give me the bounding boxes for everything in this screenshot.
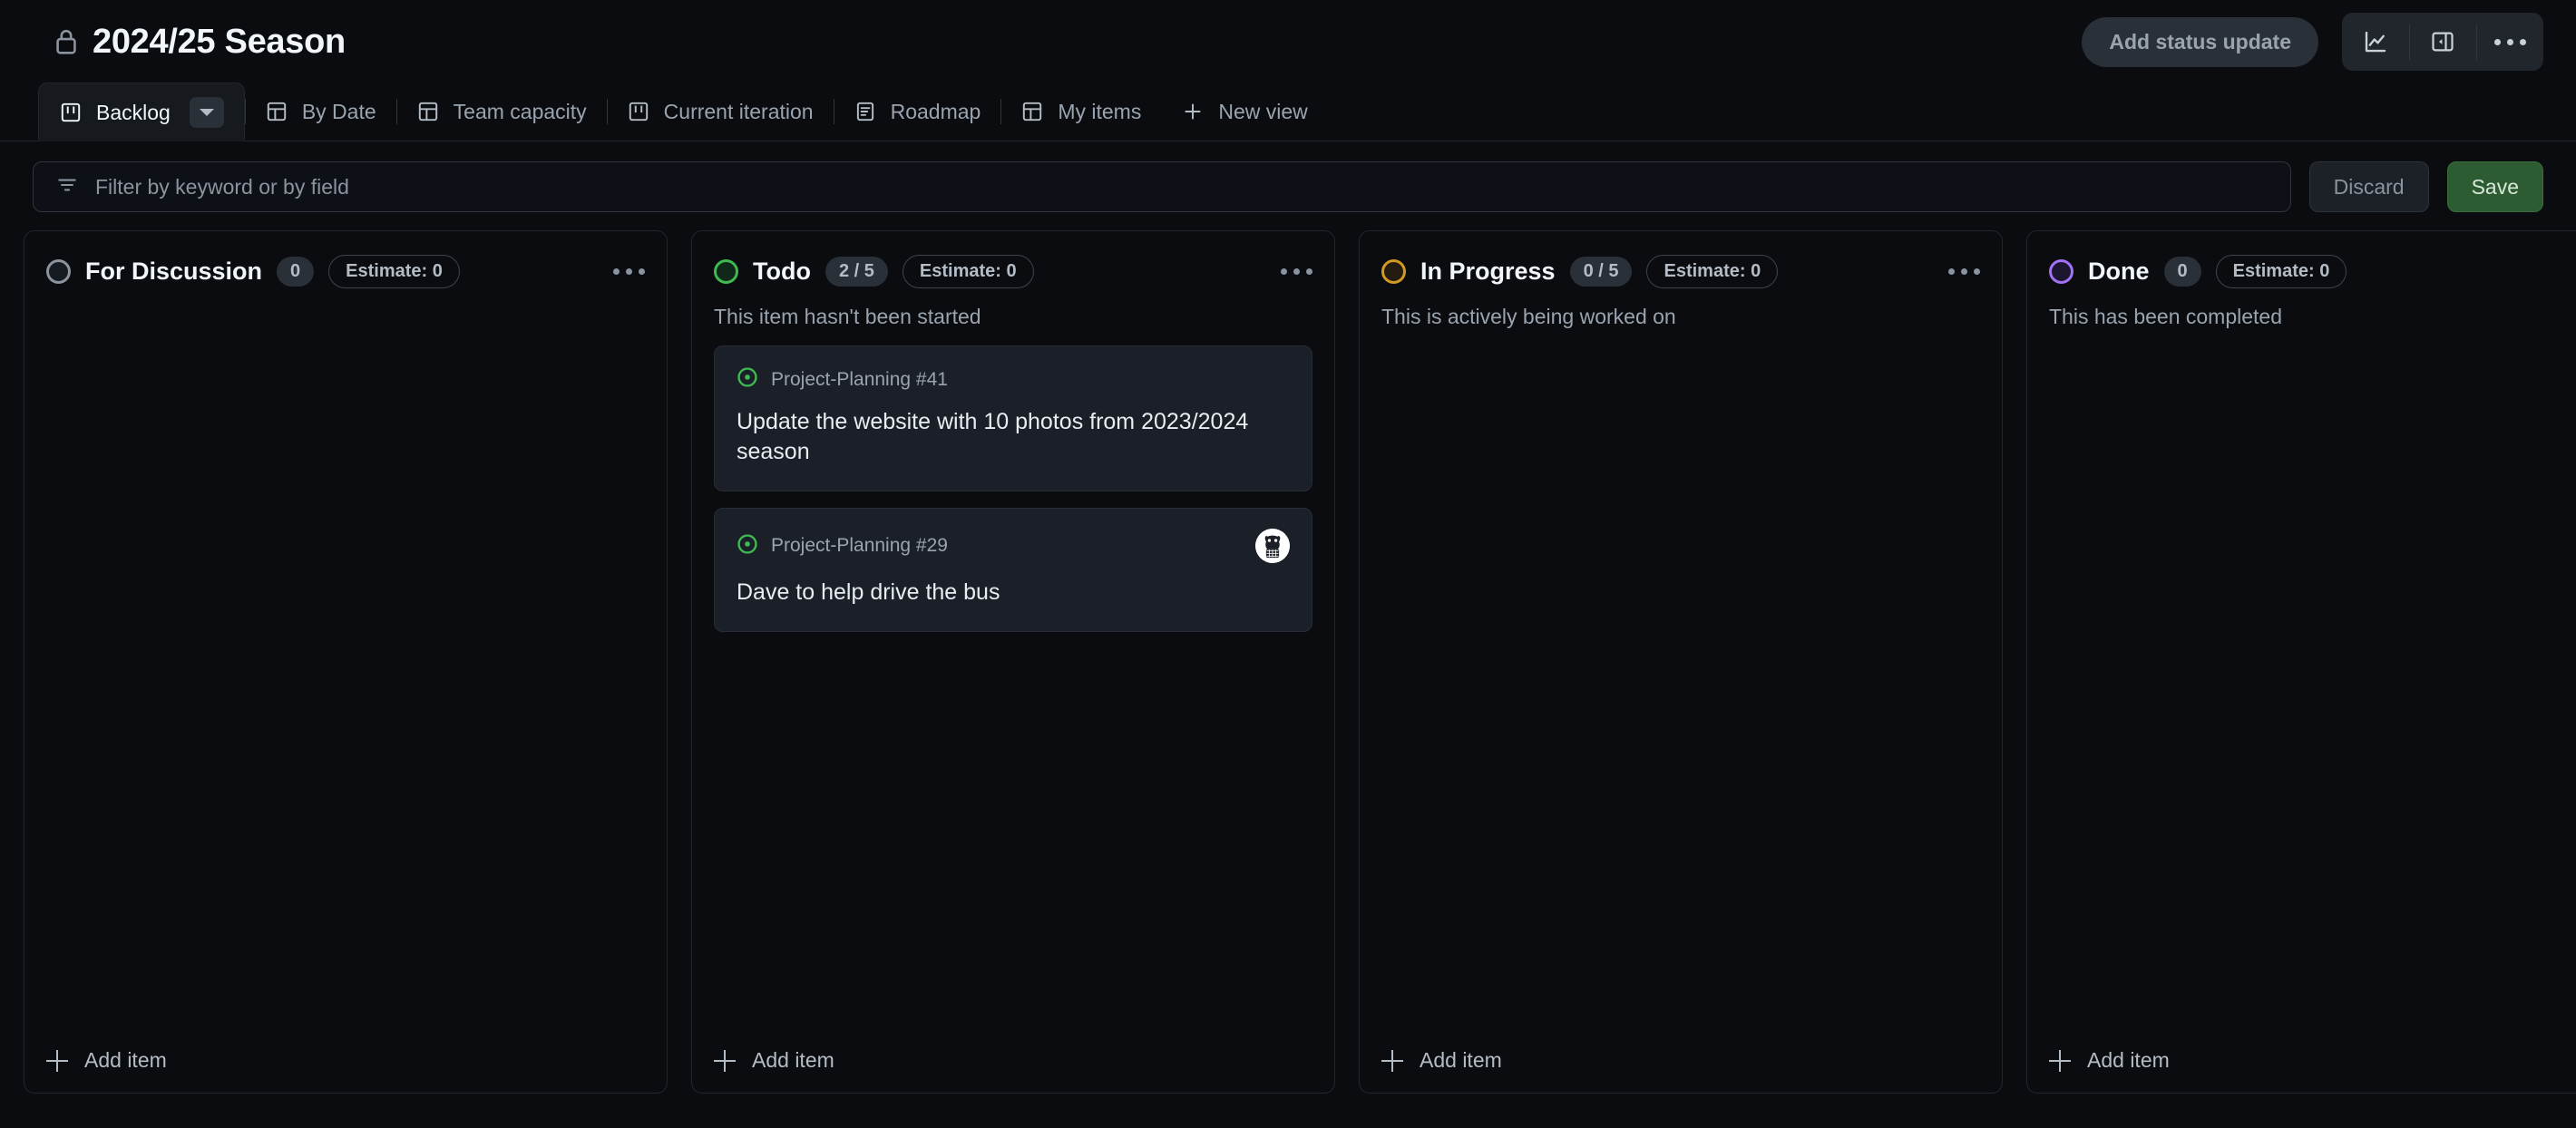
plus-icon: [46, 1049, 68, 1072]
column-count-badge: 0 / 5: [1569, 257, 1633, 287]
more-options-icon[interactable]: [2476, 13, 2543, 71]
status-dot-icon: [2049, 259, 2073, 284]
column-title: In Progress: [1420, 258, 1556, 285]
card-header: Project-Planning #41: [737, 366, 1290, 393]
add-item-label: Add item: [1420, 1048, 1502, 1072]
board-column: For Discussion 0 Estimate: 0 Add item: [24, 230, 668, 1094]
avatar[interactable]: [1255, 529, 1290, 563]
column-count-badge: 0: [2163, 257, 2201, 287]
tab-label-roadmap: Roadmap: [890, 99, 981, 123]
column-estimate-badge: Estimate: 0: [902, 255, 1034, 288]
status-dot-icon: [46, 259, 71, 284]
discard-button[interactable]: Discard: [2308, 161, 2429, 212]
view-tabs: Backlog By Date Team capacity Current it…: [0, 83, 2576, 141]
open-issue-icon: [737, 533, 758, 559]
board: For Discussion 0 Estimate: 0 Add item To…: [0, 230, 2576, 1094]
board-card[interactable]: Project-Planning #41 Update the website …: [714, 345, 1312, 491]
column-more-icon[interactable]: [1281, 268, 1312, 275]
column-estimate-badge: Estimate: 0: [2215, 255, 2347, 288]
new-view-label: New view: [1218, 99, 1308, 123]
project-title-group: 2024/25 Season: [54, 23, 346, 62]
board-column: In Progress 0 / 5 Estimate: 0 This is ac…: [1359, 230, 2003, 1094]
tab-label-my-items: My items: [1058, 99, 1142, 123]
filter-input[interactable]: [95, 174, 2269, 199]
board-card[interactable]: Project-Planning #29 Dave to help drive …: [714, 508, 1312, 632]
open-issue-icon: [737, 366, 758, 393]
board-column: Todo 2 / 5 Estimate: 0 This item hasn't …: [691, 230, 1335, 1094]
column-description: This has been completed: [2049, 305, 2282, 328]
card-reference: Project-Planning #41: [771, 368, 948, 390]
board-column: Done 0 Estimate: 0 This has been complet…: [2026, 230, 2576, 1094]
plus-icon: [1381, 1049, 1403, 1072]
tab-backlog[interactable]: Backlog: [38, 83, 245, 141]
column-header: In Progress 0 / 5 Estimate: 0 This is ac…: [1360, 231, 2002, 329]
card-title: Dave to help drive the bus: [737, 579, 1000, 605]
column-cards: [1360, 329, 2002, 1028]
roadmap-view-icon: [854, 100, 877, 123]
add-item-button[interactable]: Add item: [2027, 1028, 2576, 1093]
card-title: Update the website with 10 photos from 2…: [737, 409, 1249, 464]
tab-by-date[interactable]: By Date: [244, 83, 396, 141]
plus-icon: [714, 1049, 736, 1072]
status-dot-icon: [1381, 259, 1406, 284]
card-reference: Project-Planning #29: [771, 535, 948, 556]
view-actions-group: [2342, 13, 2543, 71]
plus-icon: [1181, 100, 1205, 123]
chevron-down-icon[interactable]: [189, 97, 224, 128]
column-cards: [2027, 329, 2576, 1028]
filter-box[interactable]: [33, 161, 2291, 212]
table-view-icon: [265, 100, 288, 123]
table-view-icon: [416, 100, 440, 123]
add-item-label: Add item: [752, 1048, 834, 1072]
tab-label-team-capacity: Team capacity: [453, 99, 587, 123]
add-item-button[interactable]: Add item: [24, 1028, 667, 1093]
board-view-icon: [59, 101, 83, 124]
filter-icon: [55, 173, 79, 201]
column-cards: Project-Planning #41 Update the website …: [692, 329, 1334, 1028]
new-view-button[interactable]: New view: [1161, 83, 1327, 141]
column-more-icon[interactable]: [613, 268, 645, 275]
column-header: Todo 2 / 5 Estimate: 0 This item hasn't …: [692, 231, 1334, 329]
table-view-icon: [1020, 100, 1044, 123]
tab-label-current-iteration: Current iteration: [663, 99, 814, 123]
tab-roadmap[interactable]: Roadmap: [833, 83, 1001, 141]
column-more-icon[interactable]: [1948, 268, 1980, 275]
column-description: This is actively being worked on: [1381, 305, 1676, 328]
column-estimate-badge: Estimate: 0: [1646, 255, 1779, 288]
add-item-label: Add item: [84, 1048, 167, 1072]
add-status-update-button[interactable]: Add status update: [2082, 16, 2318, 67]
column-count-badge: 2 / 5: [825, 257, 888, 287]
add-item-label: Add item: [2087, 1048, 2170, 1072]
column-description: This item hasn't been started: [714, 305, 981, 328]
tab-my-items[interactable]: My items: [1000, 83, 1161, 141]
filter-row: Discard Save: [0, 141, 2576, 230]
column-count-badge: 0: [277, 257, 315, 287]
card-header: Project-Planning #29: [737, 529, 1290, 563]
board-view-icon: [627, 100, 650, 123]
column-title: Todo: [753, 258, 811, 285]
status-dot-icon: [714, 259, 738, 284]
column-cards: [24, 305, 667, 1028]
column-header: Done 0 Estimate: 0 This has been complet…: [2027, 231, 2576, 329]
save-button[interactable]: Save: [2446, 161, 2543, 212]
plus-icon: [2049, 1049, 2071, 1072]
tab-team-capacity[interactable]: Team capacity: [395, 83, 607, 141]
lock-icon: [54, 28, 78, 55]
insights-icon[interactable]: [2342, 13, 2409, 71]
tab-label-backlog: Backlog: [96, 100, 171, 124]
page-title: 2024/25 Season: [93, 22, 346, 61]
tab-label-by-date: By Date: [301, 99, 376, 123]
column-title: Done: [2088, 258, 2150, 285]
top-bar: 2024/25 Season Add status update: [0, 0, 2576, 83]
top-bar-actions: Add status update: [2082, 13, 2543, 71]
column-header: For Discussion 0 Estimate: 0: [24, 231, 667, 305]
column-title: For Discussion: [85, 258, 263, 285]
column-estimate-badge: Estimate: 0: [328, 255, 460, 288]
tab-current-iteration[interactable]: Current iteration: [606, 83, 834, 141]
side-panel-toggle-icon[interactable]: [2409, 13, 2476, 71]
add-item-button[interactable]: Add item: [692, 1028, 1334, 1093]
add-item-button[interactable]: Add item: [1360, 1028, 2002, 1093]
